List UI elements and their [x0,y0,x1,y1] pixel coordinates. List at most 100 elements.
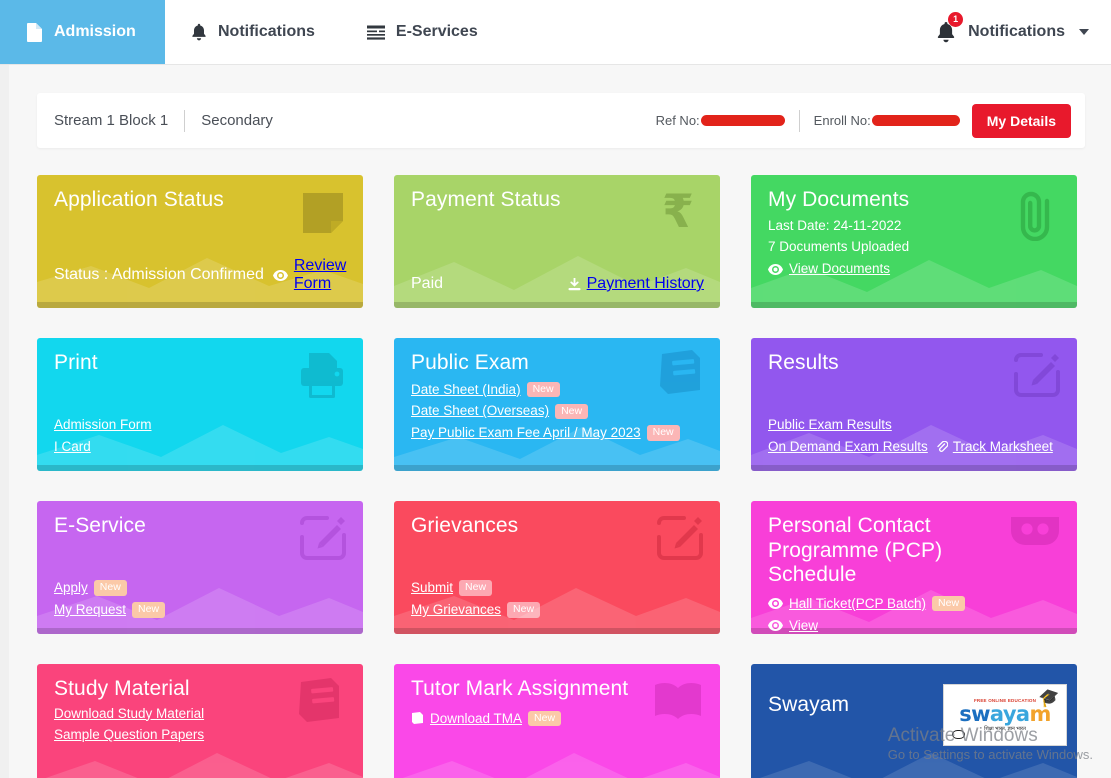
swayam-word-a: sw [959,702,990,726]
card-footer: Paid Payment History [411,275,704,293]
card-study-material[interactable]: Study Material Download Study Material S… [37,664,363,778]
card-lines: Last Date: 24-11-2022 7 Documents Upload… [768,215,1061,281]
dashboard-card-grid: Application Status Status : Admission Co… [37,175,1085,778]
card-title: Payment Status [411,188,561,211]
date-sheet-india-link[interactable]: Date Sheet (India) [411,379,521,401]
nav-tab-notifications-label: Notifications [218,23,315,40]
chevron-down-icon[interactable] [1079,29,1089,35]
documents-last-date: Last Date: 24-11-2022 [768,217,902,233]
card-footer: Admission Form I Card [54,414,347,458]
swayam-subtitle: शिक्षा भारत, ज्ञान भारत [984,726,1026,732]
payment-history-link[interactable]: Payment History [587,275,704,293]
card-footer: Public Exam Results On Demand Exam Resul… [768,414,1061,458]
card-lines: Apply New My Request New [54,577,347,621]
new-badge: New [526,381,560,398]
infobar-divider [184,109,186,132]
card-body: Study Material Download Study Material S… [37,664,363,778]
review-form-link[interactable]: Review Form [294,257,347,293]
eye-icon [272,269,288,281]
card-title: Tutor Mark Assignment [411,677,629,700]
track-marksheet-link[interactable]: Track Marksheet [953,436,1053,458]
swayam-word-b: aya [989,702,1030,726]
card-body: Tutor Mark Assignment Download TMA New [394,664,720,778]
nav-tab-notifications[interactable]: Notifications [165,0,341,64]
view-documents-link[interactable]: View Documents [789,258,890,280]
card-title: Public Exam [411,351,529,374]
card-lines: Admission Form I Card [54,414,347,458]
bell-icon [191,23,207,41]
notifications-dropdown-label: Notifications [968,23,1065,40]
notifications-dropdown[interactable]: 1 Notifications [936,0,1111,64]
card-payment-status[interactable]: ₹ Payment Status Paid Payment History [394,175,720,308]
card-footer: Submit New My Grievances New [411,577,704,621]
sample-question-papers-link[interactable]: Sample Question Papers [54,724,204,746]
list-icon [366,25,385,40]
date-sheet-overseas-link[interactable]: Date Sheet (Overseas) [411,400,549,422]
card-body: Public Exam Date Sheet (India) New Date … [394,338,720,471]
eye-icon [768,598,783,610]
card-application-status[interactable]: Application Status Status : Admission Co… [37,175,363,308]
card-tutor-mark-assignment[interactable]: Tutor Mark Assignment Download TMA New [394,664,720,778]
new-badge: New [459,580,493,596]
application-status-value: Status : Admission Confirmed [54,266,264,283]
card-my-documents[interactable]: My Documents Last Date: 24-11-2022 7 Doc… [751,175,1077,308]
bell-icon[interactable]: 1 [936,12,964,43]
card-pcp-schedule[interactable]: Personal Contact Programme (PCP) Schedul… [751,501,1077,634]
notification-badge-count: 1 [948,12,964,27]
card-body: Personal Contact Programme (PCP) Schedul… [751,501,1077,634]
swayam-logo: FREE ONLINE EDUCATION swayam शिक्षा भारत… [943,684,1067,746]
nav-tab-e-services[interactable]: E-Services [341,0,504,64]
my-request-link[interactable]: My Request [54,599,126,621]
ref-no-value-redacted [700,115,785,126]
level-label: Secondary [201,112,273,129]
card-title: My Documents [768,188,910,211]
card-lines: Date Sheet (India) New Date Sheet (Overs… [411,379,704,445]
hall-ticket-link[interactable]: Hall Ticket(PCP Batch) [789,593,926,615]
apply-link[interactable]: Apply [54,577,88,599]
download-tma-link[interactable]: Download TMA [430,708,522,730]
card-lines: Submit New My Grievances New [411,577,704,621]
enroll-no-group: Enroll No: [814,113,960,128]
enroll-no-label: Enroll No: [813,113,871,128]
card-title: E-Service [54,514,146,537]
public-exam-results-link[interactable]: Public Exam Results [768,414,892,436]
card-lines: Hall Ticket(PCP Batch) New View [768,593,1061,634]
card-lines: Download TMA New [411,708,704,730]
card-swayam[interactable]: Swayam FREE ONLINE EDUCATION swayam शिक्… [751,664,1077,778]
card-e-service[interactable]: E-Service Apply New My Request New [37,501,363,634]
swayam-wordmark: swayam [959,704,1051,725]
nav-tab-admission[interactable]: Admission [0,0,165,64]
card-public-exam[interactable]: Public Exam Date Sheet (India) New Date … [394,338,720,471]
card-title: Print [54,351,98,374]
my-grievances-link[interactable]: My Grievances [411,599,501,621]
card-title: Study Material [54,677,190,700]
download-study-material-link[interactable]: Download Study Material [54,703,204,725]
on-demand-exam-results-link[interactable]: On Demand Exam Results [768,436,928,458]
i-card-link[interactable]: I Card [54,436,91,458]
new-badge: New [132,602,166,618]
card-results[interactable]: Results Public Exam Results On Demand Ex… [751,338,1077,471]
my-details-button[interactable]: My Details [971,103,1071,138]
ref-no-label: Ref No: [655,113,700,128]
admission-form-link[interactable]: Admission Form [54,414,152,436]
submit-grievance-link[interactable]: Submit [411,577,453,599]
content-area: Stream 1 Block 1 Secondary Ref No: Enrol… [9,65,1111,778]
enroll-no-value-redacted [871,115,960,126]
graduation-cap-icon: 🎓 [1037,686,1062,709]
stream-block-label: Stream 1 Block 1 [54,112,169,129]
card-grievances[interactable]: Grievances Submit New My Grievances New [394,501,720,634]
view-pcp-link[interactable]: View [789,615,818,634]
new-badge: New [93,580,127,596]
card-print[interactable]: Print Admission Form I Card [37,338,363,471]
card-title: Personal Contact Programme (PCP) Schedul… [768,514,943,587]
card-footer: Status : Admission Confirmed Review Form [54,257,347,293]
nav-tab-e-services-label: E-Services [395,23,478,40]
pay-public-exam-fee-link[interactable]: Pay Public Exam Fee April / May 2023 [411,422,641,444]
new-badge: New [507,602,541,618]
ref-no-group: Ref No: [656,113,785,128]
eye-icon [768,263,783,275]
new-badge: New [528,710,562,727]
document-icon [26,22,43,42]
card-lines: Public Exam Results On Demand Exam Resul… [768,414,1061,458]
